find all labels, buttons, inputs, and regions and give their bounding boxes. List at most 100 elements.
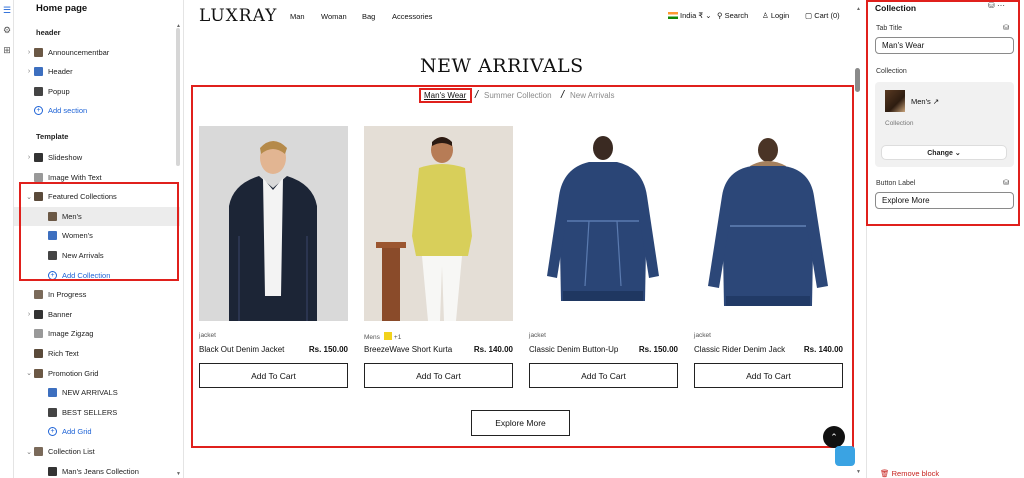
product-image[interactable] [199, 126, 348, 321]
sidebar-item-best-sellers[interactable]: BEST SELLERS [14, 403, 180, 422]
sections-icon[interactable]: ☰ [0, 0, 14, 20]
collection-name[interactable]: Men's ↗ [911, 97, 939, 106]
search-label: Search [724, 11, 749, 20]
tab-summer-collection[interactable]: Summer Collection [484, 91, 552, 100]
sidebar-item-new-arrivals[interactable]: NEW ARRIVALS [14, 383, 180, 402]
product-image[interactable] [694, 126, 843, 321]
preview-scrollbar[interactable] [855, 68, 860, 92]
product-image[interactable] [364, 126, 513, 321]
scroll-to-top-icon[interactable]: ⌃ [823, 426, 845, 448]
section-thumbnail-icon [48, 407, 57, 417]
search-icon: ⚲ [717, 11, 723, 20]
nav-bag[interactable]: Bag [362, 12, 375, 21]
denim-jacket-man-image [199, 126, 348, 321]
page-title: Home page [36, 3, 88, 14]
section-thumbnail-icon [34, 368, 43, 378]
sidebar-item-header[interactable]: › Header [14, 62, 180, 81]
nav-woman[interactable]: Woman [321, 12, 347, 21]
tab-title-input[interactable]: Man's Wear [875, 37, 1014, 54]
sidebar-item-add-section[interactable]: + Add section [14, 101, 180, 120]
tab-new-arrivals[interactable]: New Arrivals [570, 91, 614, 100]
sidebar-item-banner[interactable]: › Banner [14, 305, 180, 324]
add-to-cart-button[interactable]: Add To Cart [199, 363, 348, 388]
apps-icon[interactable]: ⊞ [0, 40, 14, 60]
chevron-right-icon[interactable]: › [24, 311, 34, 318]
add-to-cart-button[interactable]: Add To Cart [529, 363, 678, 388]
sidebar-item-promotion-grid[interactable]: ⌄ Promotion Grid [14, 364, 180, 383]
chat-widget-icon[interactable] [835, 446, 855, 466]
product-category: jacket [199, 332, 216, 339]
more-colors-count: +1 [393, 334, 402, 341]
sidebar-item-man-s-jeans-collection[interactable]: Man's Jeans Collection [14, 462, 180, 478]
add-to-cart-button[interactable]: Add To Cart [364, 363, 513, 388]
product-card[interactable]: jacket Classic Denim Button-Up Rs. 150.0… [529, 126, 678, 388]
add-icon: + [34, 106, 43, 116]
currency-selector[interactable]: India ₹ ⌄ [668, 11, 712, 20]
product-name[interactable]: BreezeWave Short Kurta [364, 345, 452, 354]
product-image[interactable] [529, 126, 678, 321]
section-thumbnail-icon [34, 447, 43, 456]
item-label: NEW ARRIVALS [62, 388, 118, 398]
color-swatch[interactable] [383, 332, 392, 340]
item-label: Promotion Grid [48, 368, 99, 378]
group-label: Template [36, 132, 69, 141]
collection-name-text: Men's [911, 97, 931, 106]
store-logo[interactable]: LUXRAY [199, 6, 277, 26]
sidebar-group-header: header [14, 23, 180, 42]
section-thumbnail-icon [48, 388, 57, 398]
sidebar-item-in-progress[interactable]: In Progress [14, 285, 180, 304]
chevron-down-icon[interactable]: ⌄ [24, 448, 34, 456]
tab-title-label: Tab Title [876, 25, 903, 32]
login-link[interactable]: ♙ Login [762, 11, 789, 20]
external-link-icon[interactable]: ↗ [933, 97, 939, 106]
chevron-right-icon[interactable]: › [24, 49, 34, 56]
add-to-cart-button[interactable]: Add To Cart [694, 363, 843, 388]
trash-icon: 🗑 [880, 469, 890, 478]
rider-denim-jacket-image [694, 126, 843, 321]
sidebar-item-announcementbar[interactable]: › Announcementbar [14, 43, 180, 62]
sidebar-item-add-grid[interactable]: + Add Grid [14, 422, 180, 441]
product-price: Rs. 150.00 [638, 345, 678, 354]
settings-icon[interactable]: ⚙ [0, 20, 14, 40]
sidebar-item-collection-list[interactable]: ⌄ Collection List [14, 442, 180, 461]
panel-title: Collection [875, 3, 917, 13]
chevron-down-icon[interactable]: ⌄ [24, 369, 34, 377]
search-link[interactable]: ⚲ Search [717, 11, 748, 20]
database-icon[interactable]: ⛁ [988, 1, 995, 10]
explore-more-button[interactable]: Explore More [471, 410, 570, 436]
sidebar-item-image-zigzag[interactable]: Image Zigzag [14, 324, 180, 343]
section-heading: NEW ARRIVALS [420, 55, 584, 77]
sidebar-group-template: Template [14, 127, 180, 146]
more-icon[interactable]: ⋯ [997, 1, 1005, 10]
add-label: Add Grid [62, 427, 92, 437]
preview-scroll-down[interactable]: ▼ [856, 469, 861, 475]
product-price: Rs. 140.00 [803, 345, 843, 354]
section-thumbnail-icon [34, 67, 43, 77]
remove-block-button[interactable]: 🗑 Remove block [880, 469, 939, 478]
change-collection-button[interactable]: Change ⌄ [882, 146, 1006, 159]
cart-link[interactable]: ▢ Cart (0) [805, 11, 840, 20]
section-thumbnail-icon [34, 86, 43, 96]
collection-label: Collection [876, 68, 907, 75]
product-name[interactable]: Classic Denim Button-Up [529, 345, 618, 354]
nav-man[interactable]: Man [290, 12, 305, 21]
product-name[interactable]: Black Out Denim Jacket [199, 345, 284, 354]
sidebar-item-popup[interactable]: Popup [14, 82, 180, 101]
sidebar-item-rich-text[interactable]: Rich Text [14, 344, 180, 363]
section-thumbnail-icon [34, 309, 43, 319]
dynamic-source-icon[interactable]: ⛁ [1003, 23, 1009, 32]
dynamic-source-icon[interactable]: ⛁ [1003, 178, 1009, 187]
product-card[interactable]: jacket Classic Rider Denim Jack Rs. 140.… [694, 126, 843, 388]
nav-accessories[interactable]: Accessories [392, 12, 432, 21]
button-label-input[interactable]: Explore More [875, 192, 1014, 209]
sidebar-item-slideshow[interactable]: › Slideshow [14, 148, 180, 167]
active-tab-highlight [419, 88, 472, 103]
preview-scroll-up[interactable]: ▲ [856, 6, 861, 12]
product-card[interactable]: Mens +1 BreezeWave Short Kurta Rs. 140.00… [364, 126, 513, 388]
item-label: Slideshow [48, 153, 83, 162]
product-name[interactable]: Classic Rider Denim Jack [694, 345, 785, 354]
chevron-right-icon[interactable]: › [24, 154, 34, 161]
tab-separator: / [561, 89, 565, 101]
product-card[interactable]: jacket Black Out Denim Jacket Rs. 150.00… [199, 126, 348, 388]
chevron-right-icon[interactable]: › [24, 68, 34, 75]
